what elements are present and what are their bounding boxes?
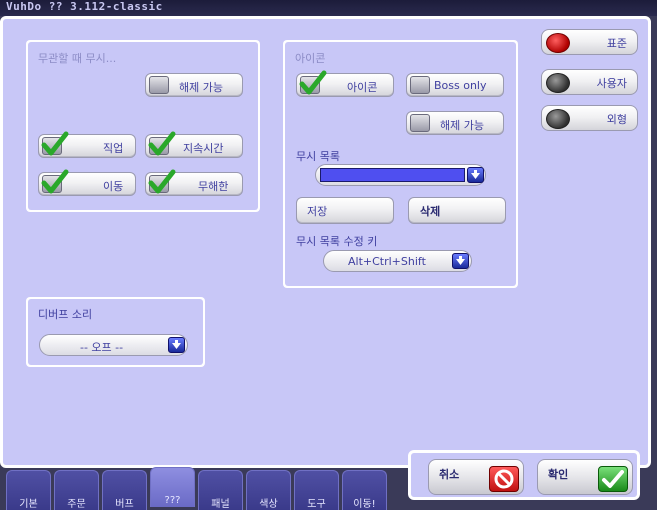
chevron-down-icon <box>452 253 469 269</box>
ignore-class-label: 직업 <box>103 142 124 155</box>
checkbox-icon <box>41 131 69 156</box>
tab-label: 기본 <box>19 499 38 510</box>
ignore-harmless-toggle[interactable]: 무해한 <box>145 169 243 196</box>
ignore-duration-label: 지속시간 <box>183 142 224 155</box>
icon-dispellable-label: 해제 가능 <box>440 119 484 132</box>
ignore-dispellable-toggle[interactable]: 해제 가능 <box>145 73 243 97</box>
icon-panel-title: 아이콘 <box>295 52 326 65</box>
debuff-sound-value: -- 오프 -- <box>80 341 124 354</box>
delete-button[interactable]: 삭제 <box>408 197 506 224</box>
cancel-icon <box>489 466 519 492</box>
ignore-list-field <box>320 168 465 182</box>
checkmark-icon <box>41 169 69 194</box>
tab-colors[interactable]: 색상 <box>246 470 291 510</box>
ignore-list-label: 무시 목록 <box>296 150 340 163</box>
icon-toggle-label: 아이콘 <box>347 81 378 94</box>
tab-label: 버프 <box>115 499 134 510</box>
cancel-label: 취소 <box>439 468 460 481</box>
checkmark-icon <box>41 131 69 156</box>
gray-orb-icon <box>546 73 570 93</box>
appearance-label: 외형 <box>606 113 627 126</box>
ignore-panel-title: 무관할 때 무시... <box>38 52 117 65</box>
checkbox-icon <box>410 76 430 94</box>
ignore-class-toggle[interactable]: 직업 <box>38 131 136 158</box>
tab-buffs[interactable]: 버프 <box>102 470 147 510</box>
debuff-sound-dropdown[interactable]: -- 오프 -- <box>39 334 188 356</box>
ignore-movement-label: 이동 <box>103 180 124 193</box>
modifier-key-value: Alt+Ctrl+Shift <box>348 255 426 268</box>
icon-dispellable-toggle[interactable]: 해제 가능 <box>406 111 504 135</box>
boss-only-label: Boss only <box>434 79 487 92</box>
tab-label: 패널 <box>211 499 230 510</box>
chevron-down-icon <box>168 337 185 353</box>
debuff-sound-panel: 디버프 소리 <box>26 297 205 367</box>
checkmark-icon <box>148 169 176 194</box>
ok-check-icon <box>598 466 628 492</box>
ignore-movement-toggle[interactable]: 이동 <box>38 169 136 196</box>
custom-button[interactable]: 사용자 <box>541 69 638 95</box>
tab-general[interactable]: 기본 <box>6 470 51 510</box>
ignore-list-dropdown[interactable] <box>315 164 486 186</box>
window-title: VuhDo ?? 3.112-classic <box>6 0 163 13</box>
checkbox-icon <box>41 169 69 194</box>
ok-button[interactable]: 확인 <box>537 459 633 495</box>
appearance-button[interactable]: 외형 <box>541 105 638 131</box>
checkbox-icon <box>148 131 176 156</box>
title-bar[interactable]: VuhDo ?? 3.112-classic <box>0 0 657 16</box>
tab-label: 도구 <box>307 499 326 510</box>
debuff-sound-title: 디버프 소리 <box>38 308 93 321</box>
icon-toggle[interactable]: 아이콘 <box>296 70 394 97</box>
custom-label: 사용자 <box>596 77 627 90</box>
tab-label: 주문 <box>67 499 86 510</box>
delete-label: 삭제 <box>420 205 441 218</box>
tab-label: 색상 <box>259 499 278 510</box>
modifier-key-label: 무시 목록 수정 키 <box>296 235 378 248</box>
ok-label: 확인 <box>548 468 569 481</box>
ignore-dispellable-label: 해제 가능 <box>179 81 223 94</box>
standard-button[interactable]: 표준 <box>541 29 638 55</box>
boss-only-toggle[interactable]: Boss only <box>406 73 504 97</box>
checkbox-icon <box>149 76 169 94</box>
modifier-key-dropdown[interactable]: Alt+Ctrl+Shift <box>323 250 472 272</box>
checkbox-icon <box>299 70 327 95</box>
save-label: 저장 <box>307 205 328 218</box>
tab-move[interactable]: 이동! <box>342 470 387 510</box>
checkmark-icon <box>299 70 327 95</box>
tab-label: 이동! <box>353 499 376 510</box>
tab-panels[interactable]: 패널 <box>198 470 243 510</box>
ignore-harmless-label: 무해한 <box>198 180 229 193</box>
chevron-down-icon <box>467 167 484 183</box>
tab-tools[interactable]: 도구 <box>294 470 339 510</box>
red-orb-icon <box>546 33 570 53</box>
standard-label: 표준 <box>606 37 627 50</box>
checkmark-icon <box>148 131 176 156</box>
ignore-duration-toggle[interactable]: 지속시간 <box>145 131 243 158</box>
save-button[interactable]: 저장 <box>296 197 394 224</box>
tab-label: ??? <box>164 495 181 506</box>
checkbox-icon <box>148 169 176 194</box>
tab-spells[interactable]: 주문 <box>54 470 99 510</box>
gray-orb-icon <box>546 109 570 129</box>
cancel-button[interactable]: 취소 <box>428 459 524 495</box>
checkbox-icon <box>410 114 430 132</box>
tab-debuffs[interactable]: ??? <box>150 467 195 507</box>
